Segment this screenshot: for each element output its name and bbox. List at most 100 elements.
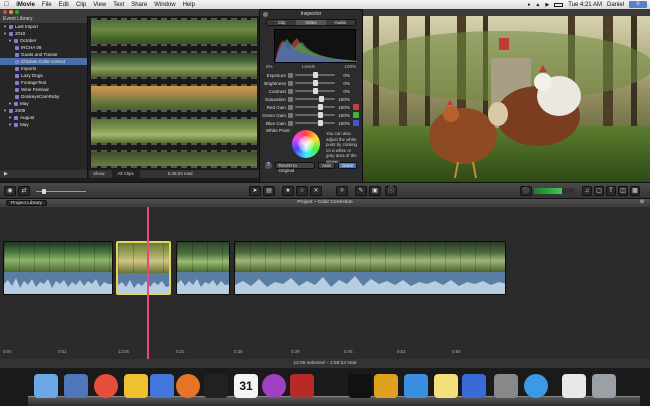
playhead[interactable] — [147, 207, 149, 359]
menu-user[interactable]: Daniel — [607, 2, 624, 8]
spotlight-icon[interactable]: ⚲ — [629, 1, 647, 8]
menu-clip[interactable]: Clip — [76, 2, 86, 8]
event-item[interactable]: Imports — [0, 65, 87, 72]
slider-knob[interactable] — [313, 72, 318, 78]
adjustment-slider[interactable] — [295, 72, 335, 78]
preferences-icon[interactable] — [494, 374, 518, 398]
imovie-icon[interactable] — [124, 374, 148, 398]
adjustment-slider[interactable] — [295, 96, 335, 102]
stickies-icon[interactable] — [434, 374, 458, 398]
inspector-close-icon[interactable] — [263, 12, 268, 17]
adjustment-slider[interactable] — [295, 104, 335, 110]
levels-histogram[interactable] — [274, 29, 357, 63]
menu-app-name[interactable]: iMovie — [16, 2, 35, 8]
slider-reset-icon[interactable] — [288, 80, 293, 86]
slider-reset-icon[interactable] — [288, 88, 293, 94]
event-item[interactable]: ▼ May — [0, 100, 87, 107]
wifi-icon[interactable]: ▲ — [535, 2, 540, 8]
reject-icon[interactable]: ✕ — [310, 186, 322, 196]
zoom-slider[interactable] — [36, 189, 86, 194]
menu-edit[interactable]: Edit — [59, 2, 69, 8]
rocket-icon[interactable] — [290, 374, 314, 398]
event-item[interactable]: Chicken Color correct — [0, 58, 87, 65]
event-item[interactable]: Lazy Dogs — [0, 72, 87, 79]
quicktime-icon[interactable] — [462, 374, 486, 398]
voiceover-icon[interactable]: ⚫ — [520, 186, 532, 196]
slider-knob[interactable] — [318, 120, 323, 126]
chrome-icon[interactable] — [94, 374, 118, 398]
photo-browser-icon[interactable]: ▢ — [594, 186, 604, 196]
event-item[interactable]: Goats and Tractor — [0, 51, 87, 58]
calendar-icon[interactable]: 31 — [234, 374, 258, 398]
tab-clip[interactable]: Clip — [267, 20, 297, 25]
titles-browser-icon[interactable]: T — [606, 186, 616, 196]
bluetooth-icon[interactable]: ● — [527, 2, 530, 8]
maps-browser-icon[interactable]: ▩ — [630, 186, 640, 196]
menu-file[interactable]: File — [42, 2, 52, 8]
adjustment-slider[interactable] — [295, 120, 335, 126]
terminal-icon[interactable] — [348, 374, 372, 398]
filmstrip-row[interactable] — [91, 84, 257, 112]
menu-clock[interactable]: Tue 4:21 AM — [568, 2, 602, 8]
zoom-button[interactable] — [15, 10, 19, 14]
music-browser-icon[interactable]: ♫ — [582, 186, 592, 196]
help-button[interactable]: ? — [265, 162, 272, 169]
adjustment-slider[interactable] — [295, 88, 335, 94]
volume-icon[interactable]: ▶ — [545, 2, 549, 8]
safari-icon[interactable] — [524, 374, 548, 398]
disclosure-icon[interactable]: ▼ — [3, 107, 7, 114]
crop-icon[interactable]: ▣ — [369, 186, 381, 196]
menu-share[interactable]: Share — [131, 2, 147, 8]
inspector-icon[interactable]: ⓘ — [385, 186, 397, 196]
select-tool-icon[interactable]: ▤ — [263, 186, 275, 196]
event-item[interactable]: FootageText — [0, 79, 87, 86]
tab-audio[interactable]: Audio — [325, 20, 355, 25]
apple-icon[interactable]:  — [4, 1, 9, 8]
filmstrip-row[interactable] — [91, 117, 257, 145]
slider-reset-icon[interactable] — [288, 120, 293, 126]
dashboard-icon[interactable] — [150, 374, 174, 398]
event-item[interactable]: ▼ 2010 — [0, 30, 87, 37]
documents-icon[interactable] — [562, 374, 586, 398]
event-item[interactable]: Wine Festival — [0, 86, 87, 93]
event-item[interactable]: DonkeysCamRuby — [0, 93, 87, 100]
camera-import-button[interactable]: ◉ — [4, 186, 16, 196]
swap-events-button[interactable]: ⇄ — [18, 186, 30, 196]
play-event-icon[interactable]: ▶ — [4, 171, 8, 177]
close-button[interactable] — [3, 10, 7, 14]
transitions-browser-icon[interactable]: ◫ — [618, 186, 628, 196]
unmark-icon[interactable]: ☆ — [296, 186, 308, 196]
event-item[interactable]: ▼ August — [0, 114, 87, 121]
itunes-icon[interactable] — [404, 374, 428, 398]
clapper-icon[interactable] — [204, 374, 228, 398]
battery-icon[interactable] — [554, 2, 564, 7]
disclosure-icon[interactable]: ▼ — [8, 37, 12, 44]
disclosure-icon[interactable]: ▼ — [3, 23, 7, 30]
pencil-icon[interactable] — [374, 374, 398, 398]
adjustment-slider[interactable] — [295, 112, 335, 118]
disclosure-icon[interactable]: ▼ — [8, 100, 12, 107]
revert-to-original-button[interactable]: Revert to Original — [274, 162, 315, 173]
slider-reset-icon[interactable] — [288, 112, 293, 118]
event-item[interactable]: ▼ Last Import — [0, 23, 87, 30]
tab-video[interactable]: Video — [296, 20, 326, 25]
menu-window[interactable]: Window — [154, 2, 175, 8]
filmstrip-row[interactable] — [91, 18, 257, 46]
slider-knob[interactable] — [313, 88, 318, 94]
filmstrip-row[interactable] — [91, 150, 257, 168]
timeline-clip[interactable] — [3, 241, 113, 295]
menu-help[interactable]: Help — [183, 2, 195, 8]
slider-knob[interactable] — [318, 104, 323, 110]
slider-reset-icon[interactable] — [288, 72, 293, 78]
firefox-icon[interactable] — [176, 374, 200, 398]
preview-icon[interactable] — [64, 374, 88, 398]
disclosure-icon[interactable]: ▼ — [8, 121, 12, 128]
adjustment-slider[interactable] — [295, 80, 335, 86]
timeline-clip-selected[interactable] — [116, 241, 171, 295]
timeline-clip[interactable] — [234, 241, 506, 295]
white-point-color-wheel[interactable] — [292, 130, 320, 158]
filmstrip-row[interactable] — [91, 51, 257, 79]
finder-icon[interactable] — [34, 374, 58, 398]
favorite-icon[interactable]: ★ — [282, 186, 294, 196]
itunes-disc-icon[interactable] — [262, 374, 286, 398]
